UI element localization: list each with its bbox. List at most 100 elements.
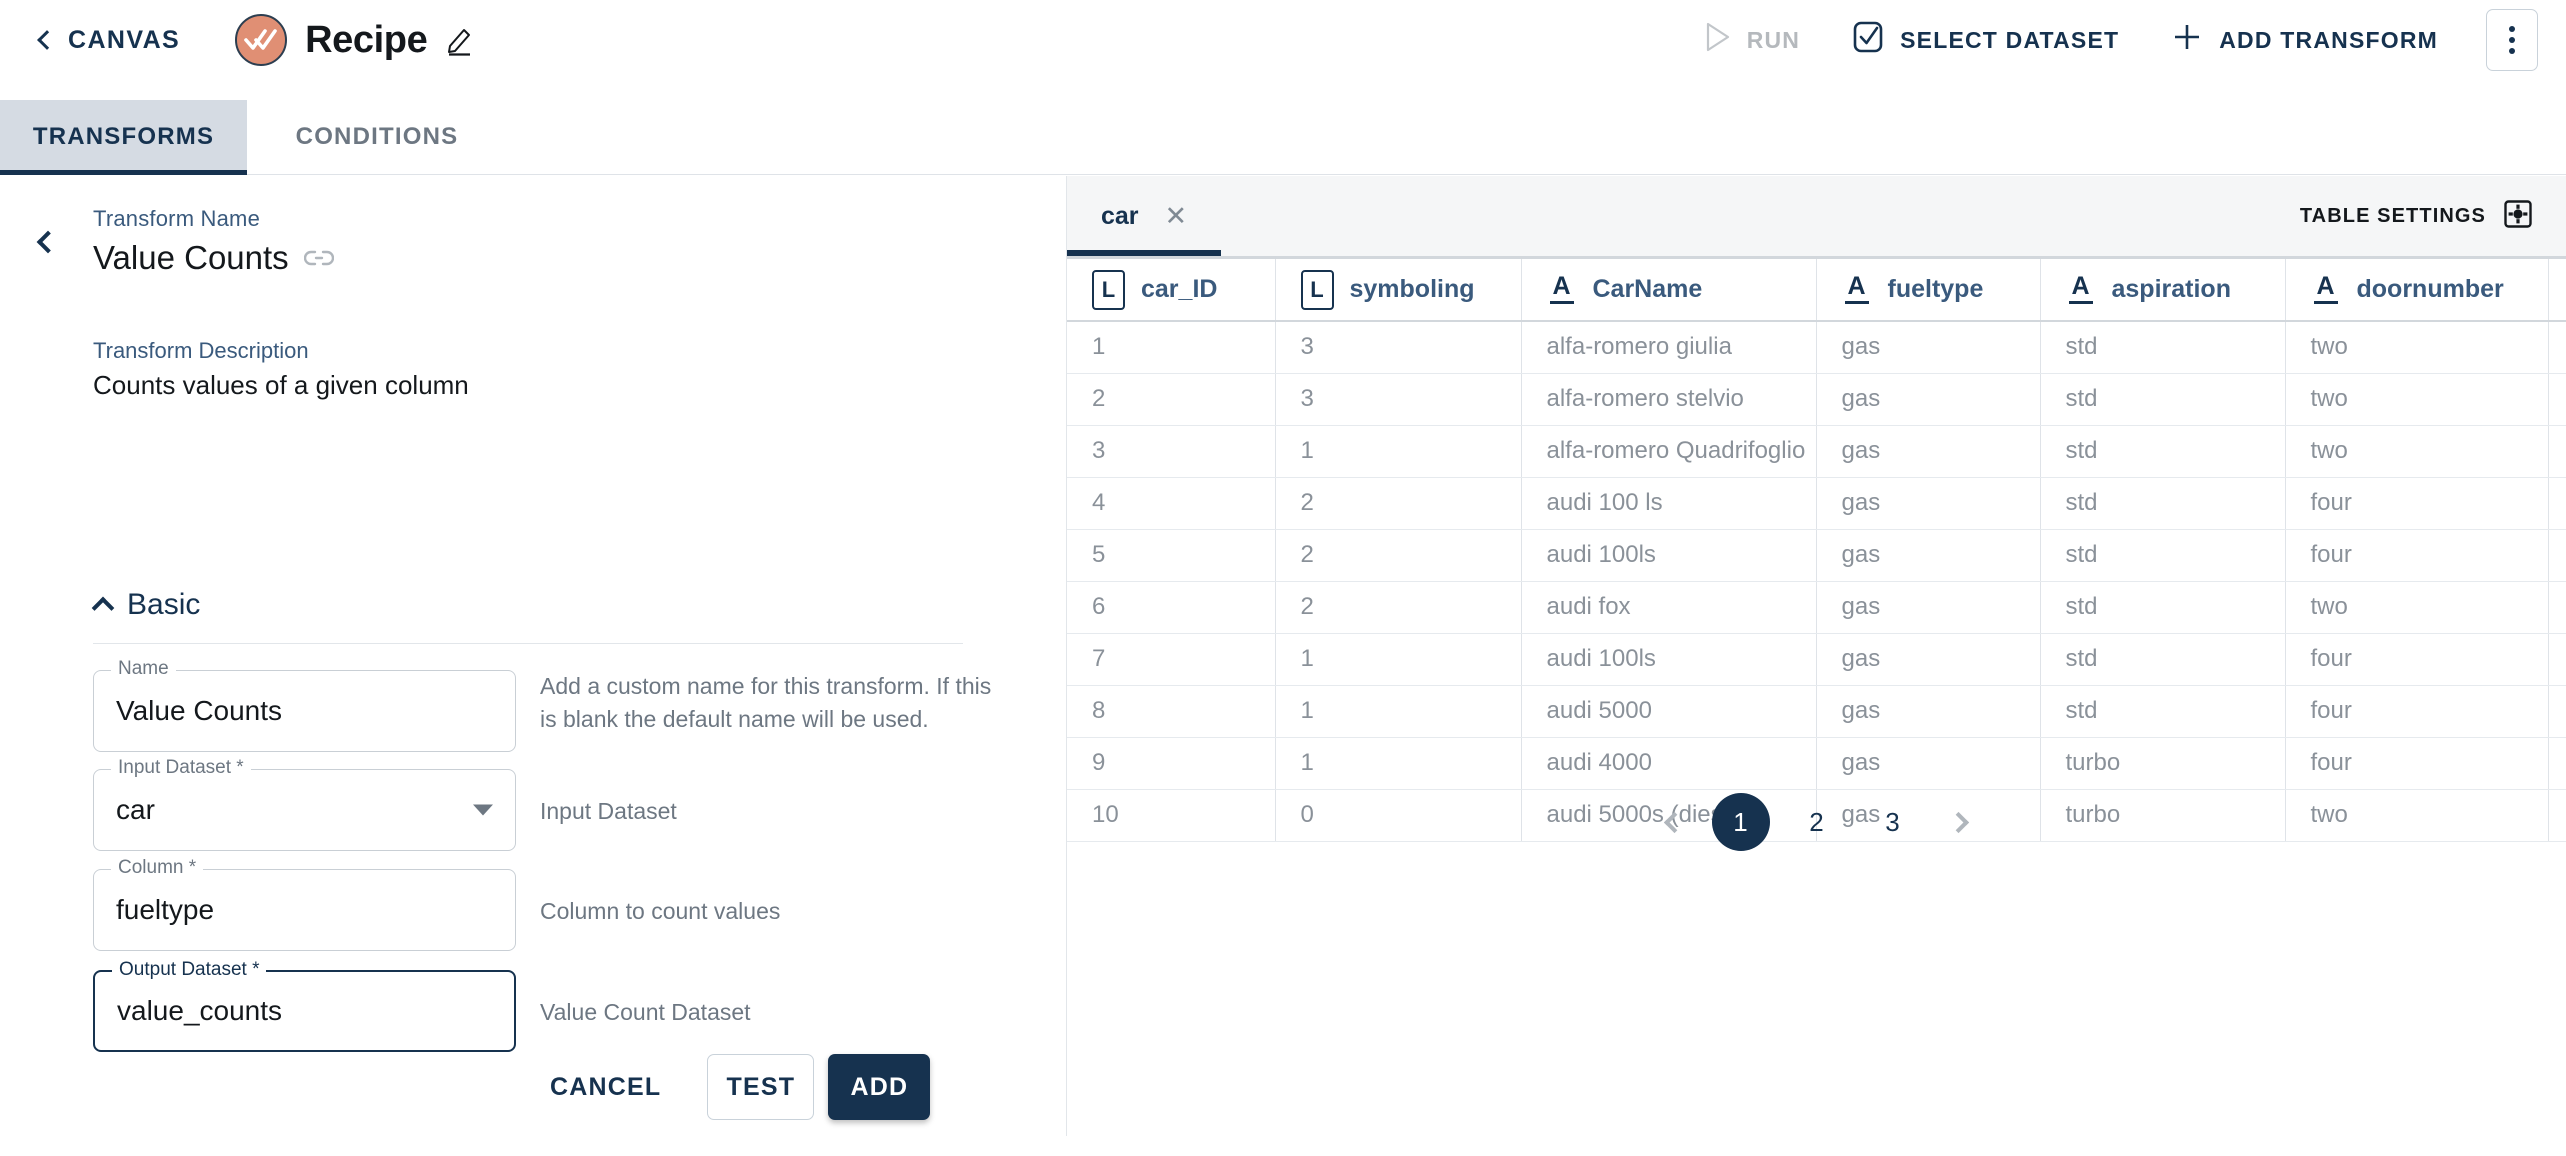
dataset-tab-label: car [1101, 201, 1139, 230]
link-icon[interactable] [303, 249, 334, 267]
chevron-left-icon [1663, 811, 1686, 833]
type-badge-text-icon: A [2311, 273, 2341, 305]
table-cell: 1 [1275, 633, 1522, 686]
column-input-box[interactable]: Column * [93, 857, 516, 951]
pagination-page-1[interactable]: 1 [1711, 793, 1770, 851]
table-row[interactable]: 3 1 alfa-romero Quadrifoglio gas std two [1067, 425, 2566, 478]
column-header-label: symboling [1349, 275, 1475, 303]
add-transform-button[interactable]: ADD TRANSFORM [2145, 9, 2464, 71]
table-cell: 1 [1275, 685, 1522, 738]
tab-transforms[interactable]: TRANSFORMS [0, 100, 247, 175]
basic-section-title: Basic [127, 588, 201, 621]
table-cell: gas [1816, 477, 2041, 530]
tab-strip-filler [507, 100, 1066, 174]
select-dataset-label: SELECT DATASET [1900, 26, 2120, 53]
form-actions: CANCEL TEST ADD [520, 1054, 931, 1120]
input-dataset-select-box[interactable]: Input Dataset * [93, 757, 516, 851]
column-input[interactable] [94, 894, 515, 926]
canvas-back-button[interactable]: CANVAS [37, 25, 181, 55]
transform-config-panel: Transform Name Value Counts Transform De… [0, 176, 1066, 1156]
panel-collapse-chevron-left-icon[interactable] [36, 230, 60, 254]
pencil-icon[interactable] [445, 24, 475, 56]
input-dataset-select[interactable] [94, 794, 515, 826]
table-cell: std [2040, 633, 2286, 686]
table-cell: 4 [1067, 477, 1276, 530]
table-settings-label: TABLE SETTINGS [2299, 204, 2486, 227]
main-tab-strip: TRANSFORMS CONDITIONS [0, 100, 1066, 175]
column-header-aspiration[interactable]: A aspiration [2040, 259, 2286, 322]
table-cell: gas [1816, 581, 2041, 634]
chevron-right-icon [1947, 811, 1970, 833]
pagination-prev-button[interactable] [1647, 794, 1703, 850]
form-field-input-dataset: Input Dataset * Input Dataset [93, 757, 1010, 851]
top-bar-actions: RUN SELECT DATASET ADD TRANSFORM [1679, 0, 2538, 80]
recipe-title-group: Recipe [235, 14, 475, 66]
table-cell: four [2285, 477, 2549, 530]
name-input-box[interactable]: Name [93, 658, 516, 752]
name-input[interactable] [94, 695, 515, 727]
dataset-table-head: L car_ID L symboling A CarName A fueltyp… [1067, 259, 2566, 322]
tab-transforms-label: TRANSFORMS [32, 123, 215, 150]
column-header-CarName[interactable]: A CarName [1521, 259, 1817, 322]
table-cell: two [2285, 373, 2549, 426]
column-header-symboling[interactable]: L symboling [1275, 259, 1522, 322]
table-row[interactable]: 1 3 alfa-romero giulia gas std two [1067, 321, 2566, 374]
gear-icon [2504, 199, 2532, 233]
column-header-label: car_ID [1141, 275, 1218, 303]
basic-section-toggle[interactable]: Basic [91, 588, 201, 622]
cancel-button[interactable]: CANCEL [520, 1056, 691, 1118]
table-row[interactable]: 5 2 audi 100ls gas std four [1067, 529, 2566, 582]
pagination-next-button[interactable] [1931, 794, 1987, 850]
table-cell: audi 100 ls [1521, 477, 1817, 530]
form-field-output-dataset: Output Dataset * Value Count Dataset [93, 959, 1010, 1052]
run-button[interactable]: RUN [1679, 9, 1826, 71]
canvas-back-label: CANVAS [68, 25, 181, 54]
table-cell: std [2040, 685, 2286, 738]
recipe-editor-screen: CANVAS Recipe RUN SELECT DATASET ADD TRA… [0, 0, 2566, 1156]
table-cell: std [2040, 477, 2286, 530]
page-title: Recipe [305, 18, 428, 61]
table-row[interactable]: 2 3 alfa-romero stelvio gas std two [1067, 373, 2566, 426]
pagination-page-2[interactable]: 2 [1788, 793, 1846, 851]
table-cell: std [2040, 581, 2286, 634]
table-settings-button[interactable]: TABLE SETTINGS [2300, 176, 2532, 256]
pagination-page-label: 3 [1885, 806, 1900, 837]
table-pagination: 1 2 3 [1067, 779, 2566, 865]
table-row[interactable]: 6 2 audi fox gas std two [1067, 581, 2566, 634]
column-header-label: aspiration [2111, 275, 2231, 303]
double-check-icon [235, 14, 288, 66]
transform-description-value: Counts values of a given column [93, 370, 469, 400]
run-label: RUN [1746, 26, 1801, 53]
add-button[interactable]: ADD [828, 1054, 931, 1120]
test-button[interactable]: TEST [707, 1054, 815, 1120]
chevron-down-icon[interactable] [473, 804, 493, 816]
output-dataset-input[interactable] [95, 995, 514, 1027]
table-cell: 3 [1275, 321, 1522, 374]
column-header-car_ID[interactable]: L car_ID [1067, 259, 1276, 322]
tab-conditions[interactable]: CONDITIONS [247, 100, 507, 174]
table-row[interactable]: 7 1 audi 100ls gas std four [1067, 633, 2566, 686]
output-dataset-input-box[interactable]: Output Dataset * [93, 959, 516, 1052]
select-dataset-button[interactable]: SELECT DATASET [1826, 9, 2145, 71]
column-header-fueltype[interactable]: A fueltype [1816, 259, 2041, 322]
table-row[interactable]: 8 1 audi 5000 gas std four [1067, 685, 2566, 738]
column-header-doornumber[interactable]: A doornumber [2285, 259, 2549, 322]
table-cell: 2 [1275, 581, 1522, 634]
dataset-tab-car[interactable]: car ✕ [1067, 176, 1222, 256]
table-cell: std [2040, 529, 2286, 582]
kebab-dot [2509, 37, 2515, 43]
table-cell: four [2285, 633, 2549, 686]
column-header-label: fueltype [1887, 275, 1984, 303]
kebab-menu-icon[interactable] [2486, 9, 2538, 71]
table-cell [2548, 529, 2566, 582]
close-icon[interactable]: ✕ [1165, 202, 1188, 230]
transform-name-label: Transform Name [93, 206, 261, 231]
table-cell: 2 [1067, 373, 1276, 426]
table-cell: std [2040, 373, 2286, 426]
table-cell: 1 [1275, 425, 1522, 478]
checkbox-check-icon [1852, 20, 1884, 60]
pagination-page-3[interactable]: 3 [1864, 793, 1922, 851]
table-cell: 3 [1067, 425, 1276, 478]
table-row[interactable]: 4 2 audi 100 ls gas std four [1067, 477, 2566, 530]
table-cell: two [2285, 581, 2549, 634]
